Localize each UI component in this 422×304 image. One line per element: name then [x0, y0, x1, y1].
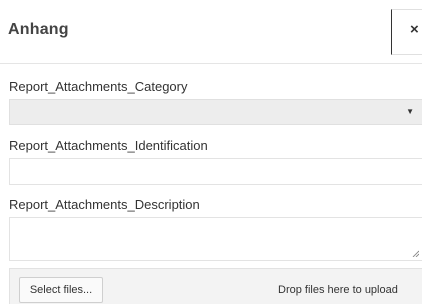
caret-down-icon: ▼: [406, 107, 414, 116]
identification-input[interactable]: [9, 158, 422, 185]
resize-grip-icon[interactable]: [412, 250, 419, 257]
description-textarea[interactable]: [9, 217, 422, 261]
select-files-button[interactable]: Select files...: [19, 277, 103, 303]
dialog-header: Anhang ×: [0, 0, 422, 64]
description-label: Report_Attachments_Description: [9, 197, 200, 212]
identification-label: Report_Attachments_Identification: [9, 138, 208, 153]
category-label: Report_Attachments_Category: [9, 79, 188, 94]
close-icon: ×: [410, 21, 419, 38]
close-button[interactable]: ×: [391, 9, 422, 55]
dialog-title: Anhang: [8, 21, 69, 38]
category-select[interactable]: ▼: [9, 99, 422, 125]
drop-files-hint: Drop files here to upload: [278, 284, 398, 296]
upload-dropzone[interactable]: Select files... Drop files here to uploa…: [9, 268, 422, 304]
